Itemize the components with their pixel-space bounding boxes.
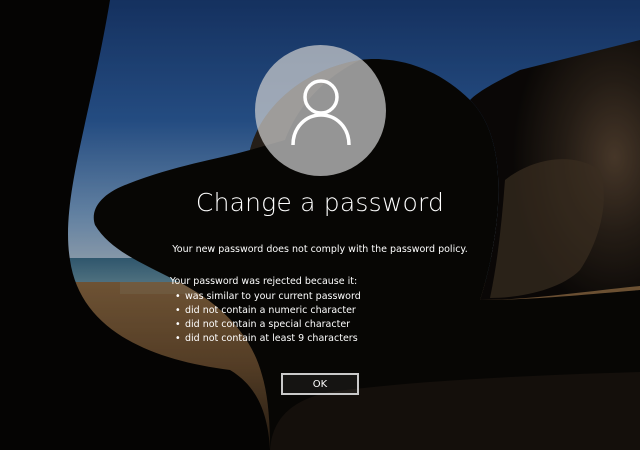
rejection-intro: Your password was rejected because it: bbox=[170, 276, 358, 287]
rejection-reasons: Your password was rejected because it: •… bbox=[170, 276, 361, 346]
user-avatar bbox=[255, 45, 386, 176]
list-item: • did not contain at least 9 characters bbox=[170, 332, 361, 346]
list-item: • was similar to your current password bbox=[170, 290, 361, 304]
reasons-list: • was similar to your current password •… bbox=[170, 290, 361, 346]
reason-text: did not contain a numeric character bbox=[185, 305, 356, 316]
bullet: • bbox=[175, 305, 181, 316]
page-title: Change a password bbox=[195, 188, 445, 217]
bullet: • bbox=[175, 319, 181, 330]
reason-text: did not contain a special character bbox=[185, 319, 351, 330]
reason-text: did not contain at least 9 characters bbox=[185, 333, 358, 344]
reason-text: was similar to your current password bbox=[185, 291, 361, 302]
list-item: • did not contain a special character bbox=[170, 318, 361, 332]
policy-error-message: Your new password does not comply with t… bbox=[172, 244, 468, 255]
lock-screen: Change a password Your new password does… bbox=[0, 0, 640, 450]
bullet: • bbox=[175, 333, 181, 344]
list-item: • did not contain a numeric character bbox=[170, 304, 361, 318]
ok-button[interactable]: OK bbox=[281, 373, 359, 395]
user-icon bbox=[290, 78, 351, 145]
bullet: • bbox=[175, 291, 181, 302]
